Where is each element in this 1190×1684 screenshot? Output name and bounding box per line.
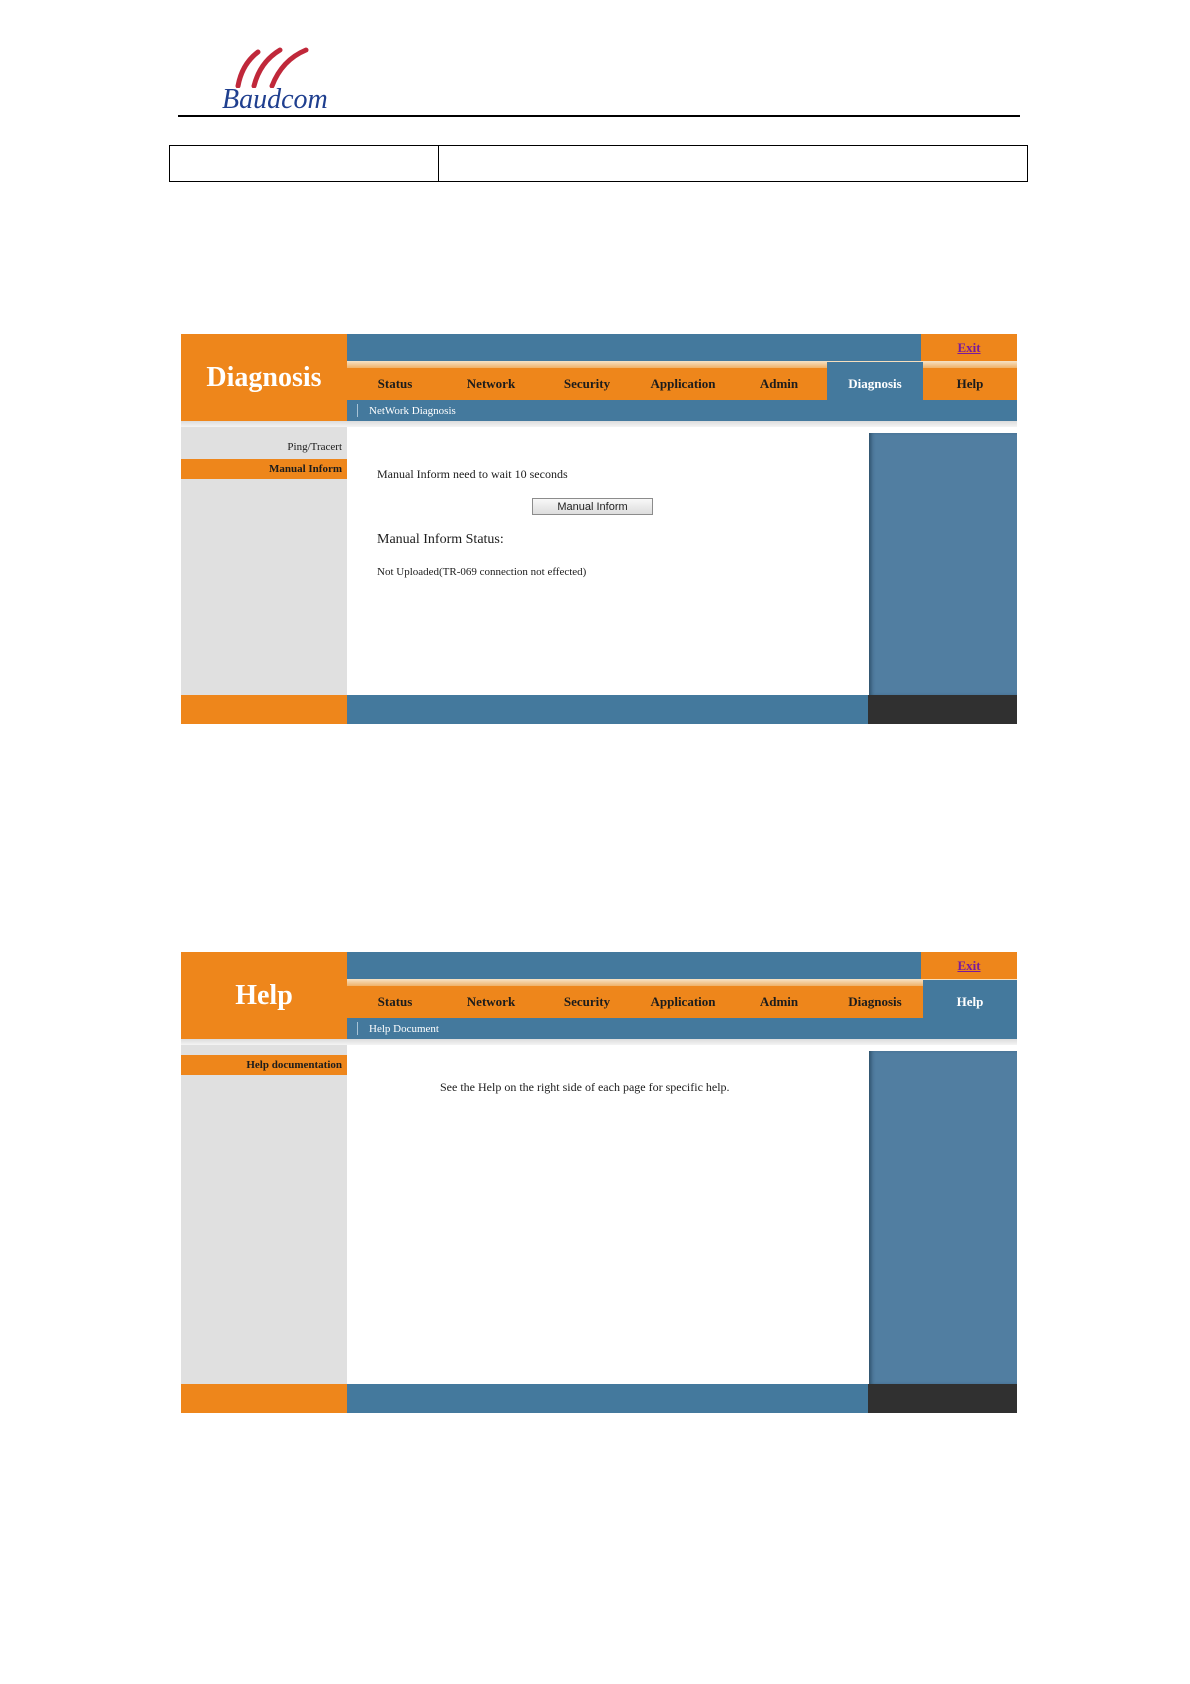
sub-nav: NetWork Diagnosis: [347, 400, 1017, 421]
exit-link[interactable]: Exit: [921, 334, 1017, 361]
tab-help[interactable]: Help: [923, 368, 1017, 400]
sub-nav: Help Document: [347, 1018, 1017, 1039]
status-heading: Manual Inform Status:: [377, 532, 504, 547]
help-screenshot: Help Exit Status Network Security Applic…: [181, 952, 1017, 1413]
tab-security[interactable]: Security: [539, 368, 635, 400]
tab-admin[interactable]: Admin: [731, 368, 827, 400]
help-instructions: See the Help on the right side of each p…: [440, 1080, 730, 1094]
main-nav: Status Network Security Application Admi…: [347, 362, 1017, 400]
header-rule: [178, 115, 1020, 117]
sidebar: Ping/Tracert Manual Inform: [181, 427, 347, 695]
logo-text: Baudcom: [222, 84, 328, 115]
sub-nav-divider: [357, 404, 358, 417]
main-content: Manual Inform need to wait 10 seconds Ma…: [347, 427, 869, 695]
tab-diagnosis[interactable]: Diagnosis: [827, 362, 923, 400]
tab-application[interactable]: Application: [635, 986, 731, 1018]
sidebar-item-ping-tracert[interactable]: Ping/Tracert: [181, 437, 347, 457]
page-title: Help: [235, 980, 293, 1011]
sub-nav-divider: [357, 1022, 358, 1035]
meta-cell-right: [438, 145, 1028, 182]
sidebar-item-manual-inform[interactable]: Manual Inform: [181, 459, 347, 479]
main-content: See the Help on the right side of each p…: [347, 1045, 869, 1384]
main-nav: Status Network Security Application Admi…: [347, 980, 1017, 1018]
logo-arcs-icon: [235, 47, 309, 88]
wait-notice: Manual Inform need to wait 10 seconds: [377, 467, 568, 481]
help-side-panel: [869, 433, 1017, 695]
tab-help[interactable]: Help: [923, 980, 1017, 1018]
baudcom-logo: Baudcom: [214, 46, 344, 116]
meta-cell-left: [169, 145, 439, 182]
manual-inform-button[interactable]: Manual Inform: [532, 498, 653, 515]
status-value: Not Uploaded(TR-069 connection not effec…: [377, 566, 587, 578]
document-meta-table: [169, 145, 1028, 182]
sidebar-item-help-documentation[interactable]: Help documentation: [181, 1055, 347, 1075]
tab-status[interactable]: Status: [347, 368, 443, 400]
sidebar: Help documentation: [181, 1045, 347, 1384]
page-title: Diagnosis: [206, 362, 322, 393]
sub-nav-network-diagnosis[interactable]: NetWork Diagnosis: [369, 400, 456, 421]
help-side-panel: [869, 1051, 1017, 1384]
exit-link[interactable]: Exit: [921, 952, 1017, 979]
tab-network[interactable]: Network: [443, 986, 539, 1018]
sub-nav-help-document[interactable]: Help Document: [369, 1018, 439, 1039]
tab-admin[interactable]: Admin: [731, 986, 827, 1018]
diagnosis-screenshot: Diagnosis Exit Status Network Security A…: [181, 334, 1017, 724]
tab-network[interactable]: Network: [443, 368, 539, 400]
tab-security[interactable]: Security: [539, 986, 635, 1018]
tab-diagnosis[interactable]: Diagnosis: [827, 986, 923, 1018]
tab-application[interactable]: Application: [635, 368, 731, 400]
tab-status[interactable]: Status: [347, 986, 443, 1018]
